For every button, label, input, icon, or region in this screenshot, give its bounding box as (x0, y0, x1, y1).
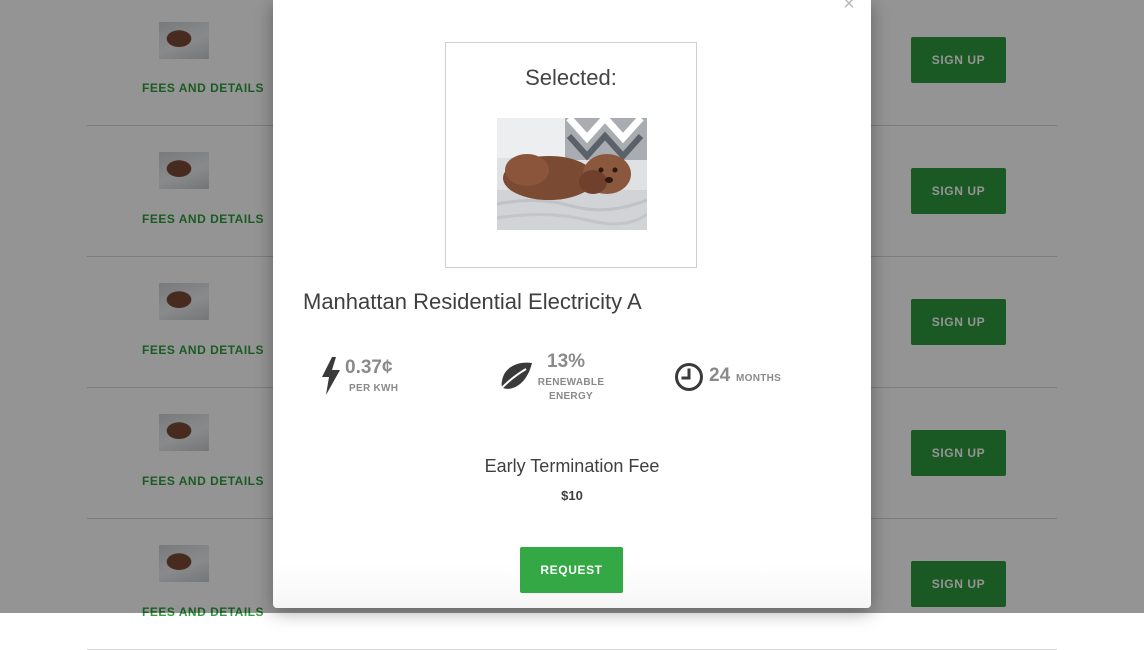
rate-value: 0.37¢ (345, 357, 393, 378)
term-value: 24 (709, 365, 731, 386)
renewable-value: 13% (547, 351, 586, 372)
early-termination-fee-value: $10 (561, 488, 583, 503)
renewable-unit-line1: RENEWABLE (537, 377, 605, 388)
selected-plan-card: Selected: (445, 42, 697, 268)
dog-photo (497, 118, 647, 230)
selected-heading: Selected: (525, 65, 617, 90)
early-termination-fee-label: Early Termination Fee (484, 456, 660, 476)
rate-unit: PER KWH (349, 383, 399, 394)
term-unit: MONTHS (736, 373, 782, 384)
lightning-bolt-icon (322, 357, 340, 395)
plan-detail-modal: × Selected: Manhattan Residential Electr… (273, 0, 871, 608)
close-icon[interactable]: × (839, 0, 859, 14)
plan-title: Manhattan Residential Electricity A (303, 289, 642, 314)
renewable-unit: RENEWABLE ENERGY (498, 376, 644, 404)
plan-image (497, 118, 647, 230)
clock-icon (675, 363, 703, 391)
request-button[interactable]: REQUEST (520, 547, 623, 593)
renewable-unit-line2: ENERGY (548, 391, 594, 402)
